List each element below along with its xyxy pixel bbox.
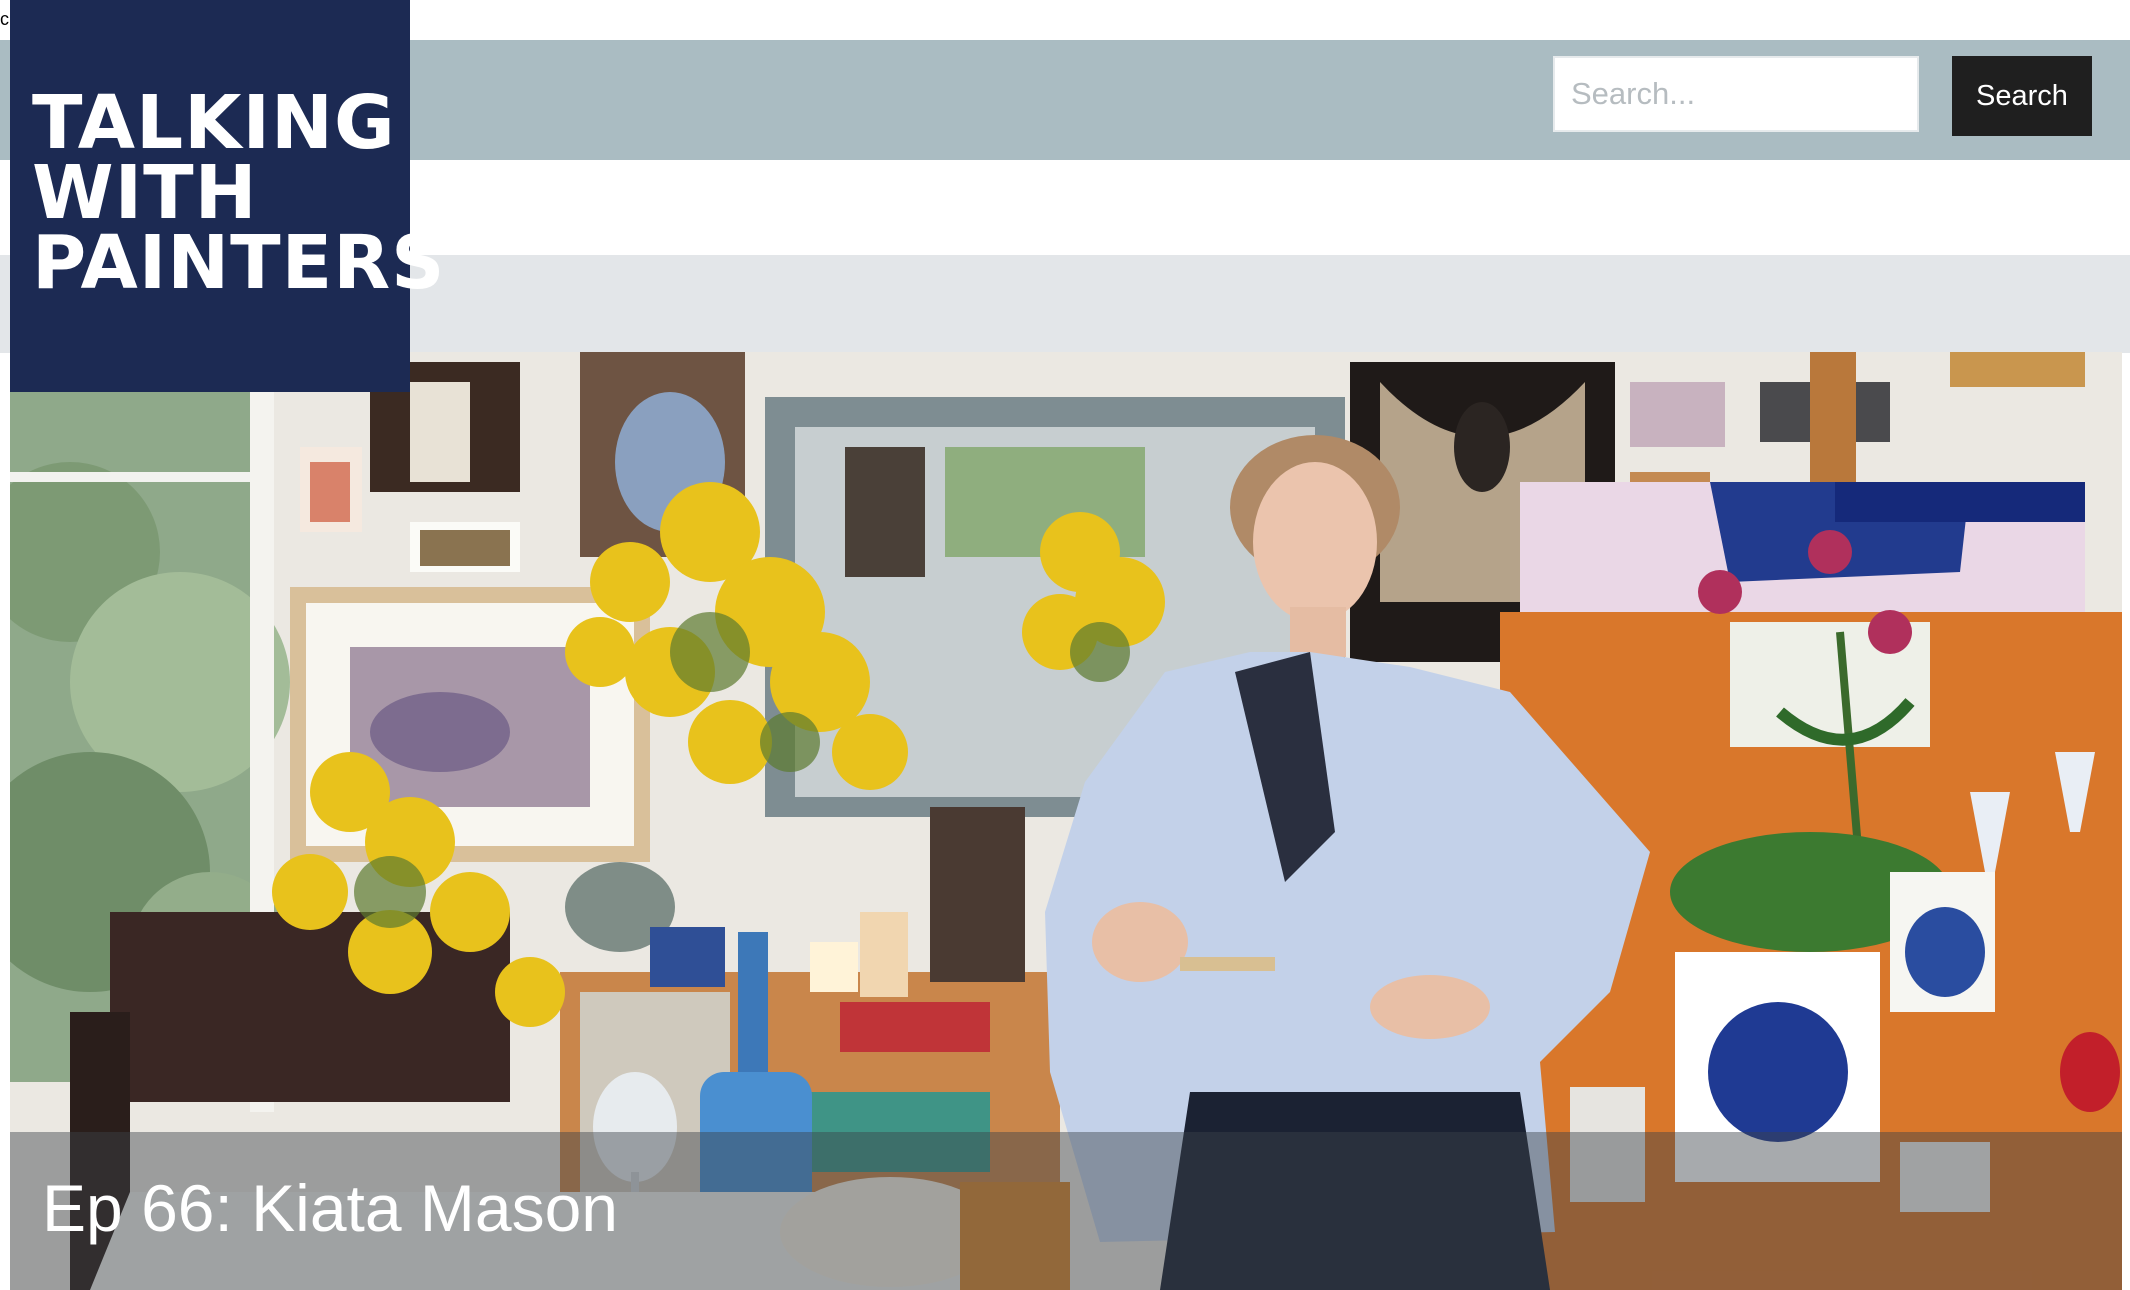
logo-line-1: TALKING	[32, 80, 396, 166]
page-corner-glyph: c	[0, 9, 9, 29]
episode-title[interactable]: Ep 66: Kiata Mason	[42, 1170, 618, 1246]
site-logo[interactable]: TALKING WITH PAINTERS	[10, 0, 446, 392]
studio-photo	[10, 352, 2122, 1290]
logo-line-2: WITH	[32, 150, 258, 236]
search-input[interactable]	[1553, 56, 1919, 132]
logo-line-3: PAINTERS	[32, 220, 446, 306]
search-button[interactable]: Search	[1952, 56, 2092, 136]
hero-video-thumbnail[interactable]: Ep 66: Kiata Mason	[10, 352, 2122, 1290]
